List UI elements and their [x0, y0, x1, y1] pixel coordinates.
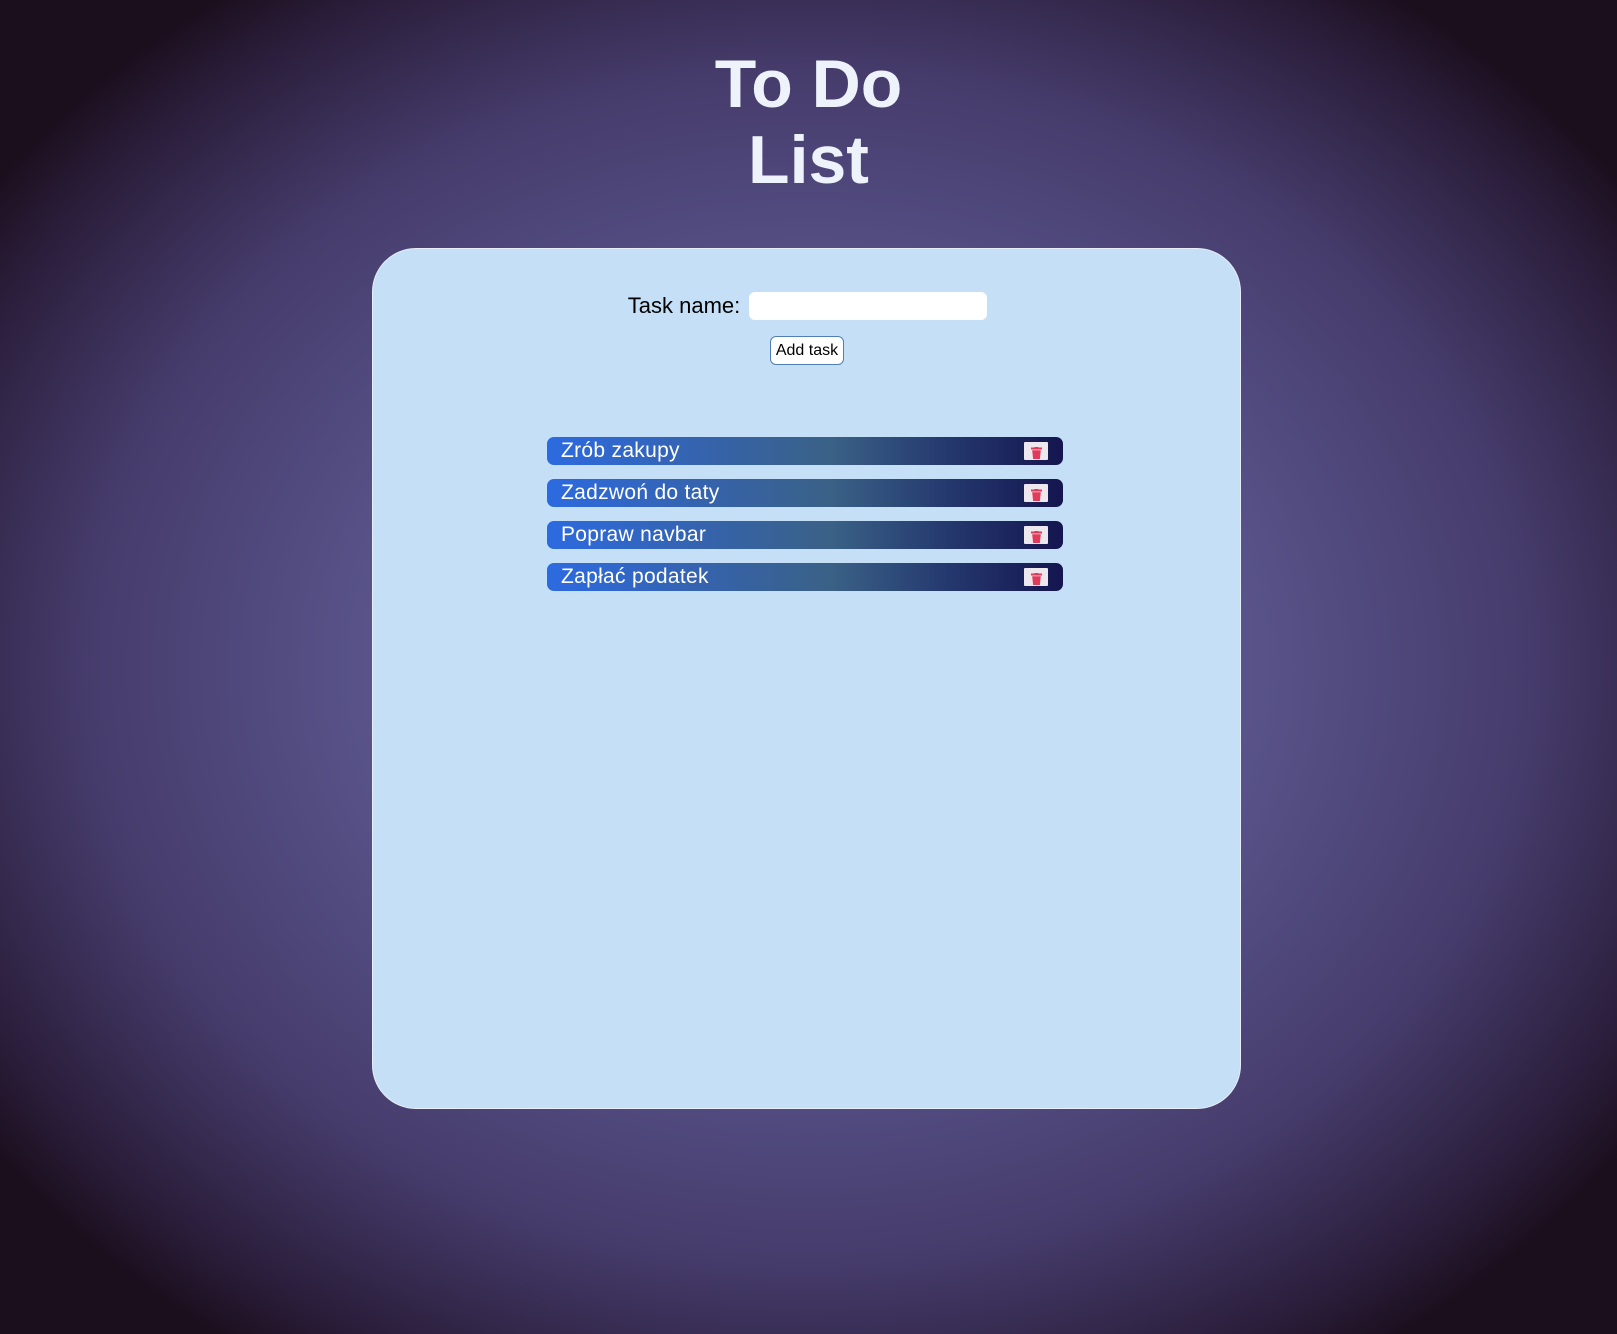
task-name-input[interactable] [749, 292, 988, 320]
task-name-label: Task name: [627, 293, 741, 318]
task-text: Zapłać podatek [561, 565, 709, 588]
task-item[interactable]: Zadzwoń do taty [547, 479, 1063, 507]
delete-task-button[interactable] [1024, 526, 1048, 544]
trash-icon [1030, 446, 1042, 459]
task-text: Popraw navbar [561, 523, 707, 546]
todo-card: Task name: Add task Zrób zakupy Zadzwoń … [372, 248, 1241, 1109]
page-title: To Do List [0, 46, 1617, 198]
delete-task-button[interactable] [1024, 442, 1048, 460]
add-task-button[interactable]: Add task [770, 336, 844, 365]
task-text: Zrób zakupy [561, 439, 680, 462]
task-text: Zadzwoń do taty [561, 481, 720, 504]
page-title-line-1: To Do [714, 46, 903, 122]
delete-task-button[interactable] [1024, 484, 1048, 502]
task-form: Task name: [373, 292, 1242, 320]
task-item[interactable]: Popraw navbar [547, 521, 1063, 549]
trash-icon [1030, 572, 1042, 585]
page-title-line-2: List [748, 122, 869, 198]
trash-icon [1030, 488, 1042, 501]
delete-task-button[interactable] [1024, 568, 1048, 586]
trash-icon [1030, 530, 1042, 543]
task-item[interactable]: Zapłać podatek [547, 563, 1063, 591]
task-item[interactable]: Zrób zakupy [547, 437, 1063, 465]
task-list: Zrób zakupy Zadzwoń do taty Popraw navba… [547, 437, 1063, 605]
